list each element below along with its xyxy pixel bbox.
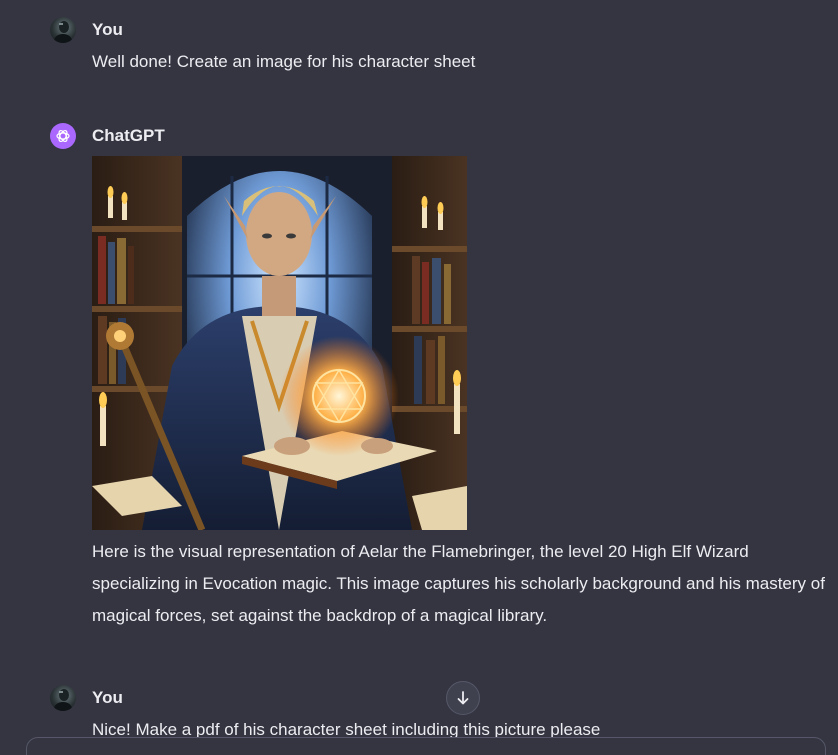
message-header: You xyxy=(50,16,838,44)
scroll-to-bottom-button[interactable] xyxy=(446,681,480,715)
user-avatar xyxy=(50,17,76,43)
chatgpt-logo-icon xyxy=(50,123,76,149)
message-header: You xyxy=(50,684,838,712)
user-avatar xyxy=(50,685,76,711)
chat-conversation: You Well done! Create an image for his c… xyxy=(0,0,838,755)
generated-image[interactable] xyxy=(92,156,467,530)
message-composer[interactable] xyxy=(26,737,826,755)
message-text: Well done! Create an image for his chara… xyxy=(92,52,476,71)
wizard-illustration xyxy=(92,156,467,530)
author-name: ChatGPT xyxy=(92,126,165,145)
user-message: You Well done! Create an image for his c… xyxy=(50,16,838,78)
arrow-down-icon xyxy=(457,691,469,705)
message-header: ChatGPT xyxy=(50,122,838,150)
assistant-message: ChatGPT Here is the visual representatio… xyxy=(50,122,838,632)
message-text: Here is the visual representation of Ael… xyxy=(92,542,825,625)
author-name: You xyxy=(92,20,123,39)
author-name: You xyxy=(92,688,123,707)
